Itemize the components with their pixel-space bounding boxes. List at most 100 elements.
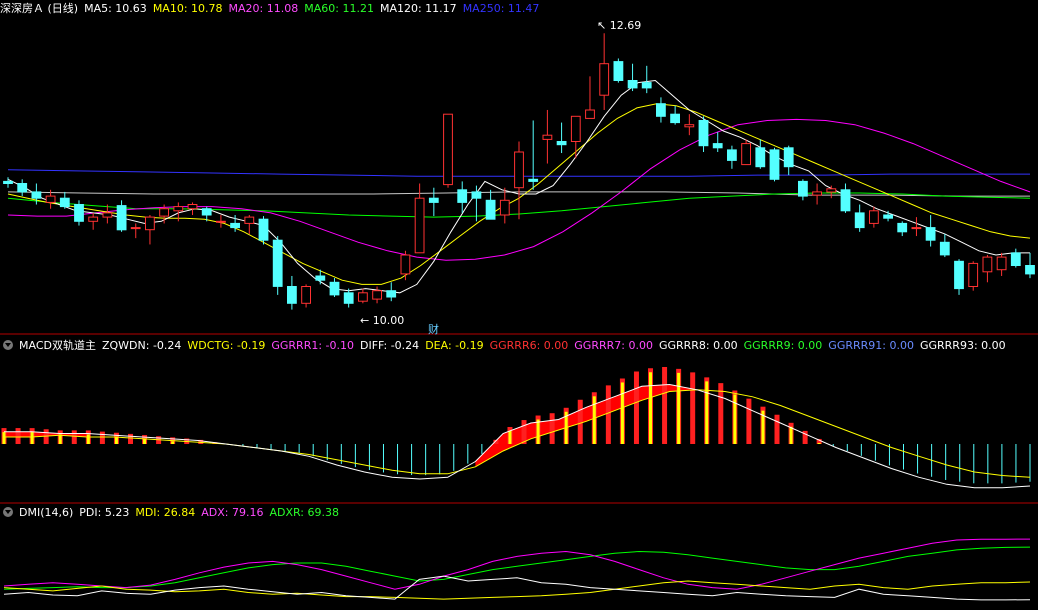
candle-down xyxy=(656,103,666,117)
candle-down xyxy=(925,227,936,241)
candle-down xyxy=(17,183,28,193)
indicator-label: ADXR: 69.38 xyxy=(269,506,339,519)
candle-down xyxy=(556,141,567,146)
candle-down xyxy=(528,178,539,182)
adx-line xyxy=(3,538,1031,590)
high-price-label: 12.69 xyxy=(609,19,642,32)
candle-down xyxy=(670,113,681,124)
indicator-label: GGRRR8: 0.00 xyxy=(658,339,738,352)
candle-up xyxy=(869,210,879,224)
dmi-indicator-list: PDI: 5.23 MDI: 26.84 ADX: 79.16 ADXR: 69.38 xyxy=(79,506,345,519)
indicator-label: DIFF: -0.24 xyxy=(360,339,420,352)
candle-down xyxy=(769,149,780,180)
candle-up xyxy=(88,216,99,222)
indicator-label: ADX: 79.16 xyxy=(201,506,264,519)
candle-up xyxy=(358,292,368,302)
indicator-label: GGRRR6: 0.00 xyxy=(489,339,569,352)
candle-up xyxy=(216,220,226,223)
candle-down xyxy=(59,197,70,208)
indicator-label: MA60: 11.21 xyxy=(304,2,374,15)
indicator-label: MA250: 11.47 xyxy=(462,2,540,15)
indicator-label: MDI: 26.84 xyxy=(135,506,196,519)
candle-up xyxy=(372,290,383,300)
candle-up xyxy=(996,256,1007,271)
candle-up xyxy=(968,262,979,287)
indicator-label: PDI: 5.23 xyxy=(79,506,130,519)
candle-down xyxy=(201,208,212,216)
candle-down xyxy=(783,147,794,168)
low-price-label: 10.00 xyxy=(372,314,405,327)
candle-up xyxy=(514,151,524,189)
candle-down xyxy=(457,189,468,203)
main-panel-header: 深深房Ａ (日线) MA5: 10.63 MA10: 10.78 MA20: 11.0… xyxy=(0,1,551,17)
candle-down xyxy=(428,197,439,203)
dropdown-icon[interactable] xyxy=(3,507,13,517)
candle-down xyxy=(613,61,624,81)
candle-up xyxy=(499,199,510,216)
indicator-label: MA10: 10.78 xyxy=(152,2,223,15)
candle-down xyxy=(897,222,908,233)
candle-down xyxy=(116,205,127,231)
candle-down xyxy=(798,180,808,197)
candle-up xyxy=(102,212,113,218)
indicator-label: MA120: 11.17 xyxy=(379,2,457,15)
candle-down xyxy=(3,180,13,184)
indicator-label: WDCTG: -0.19 xyxy=(187,339,266,352)
indicator-label: GGRRR91: 0.00 xyxy=(828,339,914,352)
candle-down xyxy=(386,290,397,298)
candle-up xyxy=(414,197,425,254)
candle-up xyxy=(145,216,155,231)
candle-up xyxy=(443,113,453,186)
candle-down xyxy=(230,222,240,229)
low-price-annotation: ← 10.00 xyxy=(360,314,405,327)
candle-down xyxy=(315,275,326,281)
dropdown-icon[interactable] xyxy=(3,340,13,350)
candle-down xyxy=(939,241,950,256)
candle-up xyxy=(159,208,169,217)
candle-up xyxy=(911,227,922,230)
candle-down xyxy=(1010,252,1021,266)
candle-down xyxy=(258,218,269,241)
candle-down xyxy=(485,199,496,220)
indicator-label: DEA: -0.19 xyxy=(425,339,484,352)
indicator-label: MA5: 10.63 xyxy=(84,2,147,15)
candle-up xyxy=(301,286,312,304)
candle-down xyxy=(641,82,652,89)
candle-up xyxy=(45,195,56,203)
candle-up xyxy=(982,256,993,273)
candle-down xyxy=(471,191,482,199)
candle-up xyxy=(812,191,823,196)
high-price-annotation: ↖ 12.69 xyxy=(597,19,642,32)
candle-up xyxy=(187,204,198,210)
macd-title: MACD双轨道主 xyxy=(19,339,96,352)
candle-down xyxy=(840,189,851,212)
candle-up xyxy=(400,254,411,275)
candle-down xyxy=(627,80,638,89)
main-title: 深深房Ａ (日线) xyxy=(0,2,79,15)
candle-up xyxy=(130,227,141,230)
indicator-label: GGRRR93: 0.00 xyxy=(919,339,1006,352)
candle-down xyxy=(272,239,283,287)
candle-down xyxy=(954,260,964,290)
indicator-label: MA20: 11.08 xyxy=(228,2,299,15)
finance-report-marker[interactable]: 财 xyxy=(428,321,439,337)
candle-down xyxy=(74,204,84,222)
dmi-title: DMI(14,6) xyxy=(19,506,74,519)
candle-down xyxy=(31,191,42,199)
candle-down xyxy=(755,147,766,168)
candle-up xyxy=(599,63,610,96)
macd-indicator-list: ZQWDN: -0.24 WDCTG: -0.19 GGRRR1: -0.10 DIF… xyxy=(102,339,1012,352)
candle-up xyxy=(684,124,695,128)
candle-down xyxy=(1025,265,1035,275)
candle-down xyxy=(329,281,340,296)
dmi-panel-header: DMI(14,6) PDI: 5.23 MDI: 26.84 ADX: 79.16 AD… xyxy=(0,505,351,521)
candle-down xyxy=(712,143,723,149)
candle-down xyxy=(854,212,865,229)
candle-up xyxy=(173,206,184,212)
indicator-label: GGRRR1: -0.10 xyxy=(271,339,354,352)
candle-down xyxy=(287,286,297,304)
macd-panel-header: MACD双轨道主 ZQWDN: -0.24 WDCTG: -0.19 GGRRR1: … xyxy=(0,338,1018,354)
candle-up xyxy=(244,216,255,224)
candle-up xyxy=(570,115,581,143)
candle-up xyxy=(741,143,752,166)
